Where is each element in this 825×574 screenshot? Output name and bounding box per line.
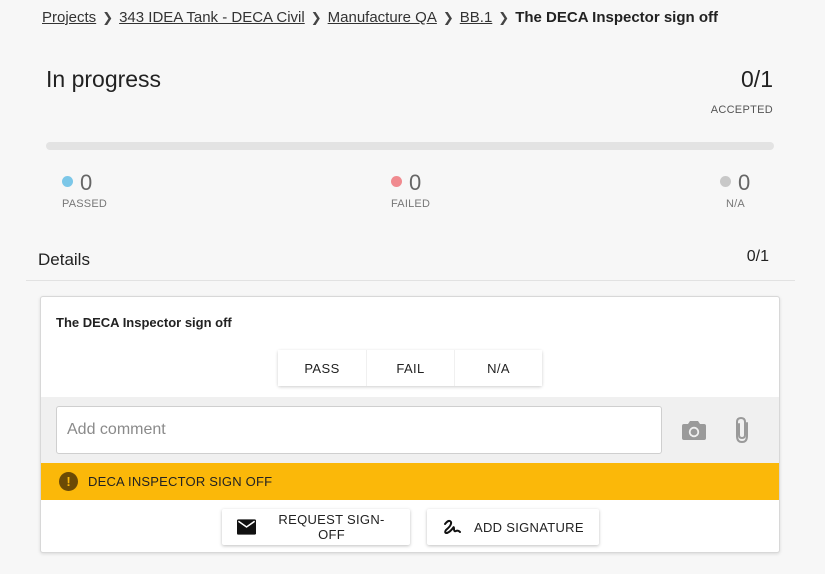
details-count: 0/1: [746, 248, 769, 265]
chevron-right-icon: ❯: [498, 9, 510, 25]
request-sign-off-label: REQUEST SIGN-OFF: [278, 512, 385, 542]
passed-label: PASSED: [62, 198, 108, 210]
accepted-label: ACCEPTED: [710, 104, 773, 116]
chevron-right-icon: ❯: [310, 9, 322, 25]
add-signature-button[interactable]: ADD SIGNATURE: [427, 509, 599, 545]
breadcrumb-manufacture-qa[interactable]: Manufacture QA: [328, 9, 437, 26]
warning-banner: ! DECA INSPECTOR SIGN OFF: [41, 463, 779, 500]
comment-row: [41, 397, 779, 463]
na-button[interactable]: N/A: [454, 350, 542, 386]
chevron-right-icon: ❯: [442, 9, 454, 25]
stat-na: 0 N/A: [720, 170, 750, 210]
add-signature-label: ADD SIGNATURE: [474, 519, 584, 535]
status-title: In progress: [46, 66, 162, 92]
details-header[interactable]: Details 0/1: [26, 240, 795, 281]
na-dot-icon: [720, 176, 731, 187]
passed-value: 0: [80, 170, 93, 195]
inspection-item-card: The DECA Inspector sign off PASS FAIL N/…: [40, 296, 780, 553]
item-title: The DECA Inspector sign off: [56, 315, 232, 330]
breadcrumb-bb1[interactable]: BB.1: [460, 9, 493, 26]
paperclip-icon[interactable]: [731, 415, 755, 445]
breadcrumb: Projects ❯ 343 IDEA Tank - DECA Civil ❯ …: [42, 9, 718, 26]
details-title: Details: [38, 250, 90, 269]
mail-icon: [237, 519, 257, 535]
request-sign-off-button[interactable]: REQUEST SIGN-OFF: [222, 509, 410, 545]
breadcrumb-project[interactable]: 343 IDEA Tank - DECA Civil: [119, 9, 305, 26]
failed-label: FAILED: [391, 198, 431, 210]
signature-icon: [444, 519, 461, 534]
comment-input[interactable]: [56, 406, 662, 454]
stat-passed: 0 PASSED: [62, 170, 107, 210]
na-label: N/A: [726, 198, 745, 210]
passed-dot-icon: [62, 176, 73, 187]
warning-text: DECA INSPECTOR SIGN OFF: [88, 474, 273, 489]
result-choice-group: PASS FAIL N/A: [278, 350, 542, 386]
camera-icon[interactable]: [681, 418, 707, 442]
breadcrumb-projects[interactable]: Projects: [42, 9, 96, 26]
chevron-right-icon: ❯: [102, 9, 114, 25]
breadcrumb-current: The DECA Inspector sign off: [515, 9, 718, 26]
accepted-count: 0/1: [741, 66, 773, 92]
pass-button[interactable]: PASS: [278, 350, 366, 386]
progress-bar: [46, 142, 774, 150]
failed-dot-icon: [391, 176, 402, 187]
failed-value: 0: [409, 170, 422, 195]
stat-failed: 0 FAILED: [391, 170, 430, 210]
warning-icon: !: [59, 472, 78, 491]
na-value: 0: [738, 170, 751, 195]
fail-button[interactable]: FAIL: [366, 350, 454, 386]
